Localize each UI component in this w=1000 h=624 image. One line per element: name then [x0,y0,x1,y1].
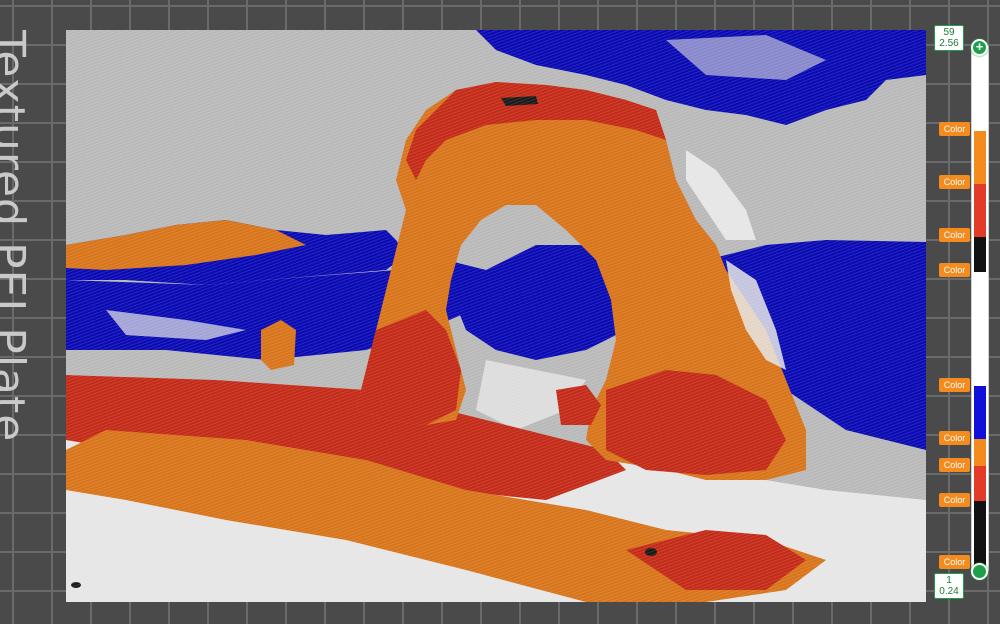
color-change-tag[interactable]: Color [939,378,970,392]
color-change-tag[interactable]: Color [939,493,970,507]
layer-color-band [974,439,986,466]
top-layer-number: 59 [943,27,955,38]
color-change-tag[interactable]: Color [939,431,970,445]
color-change-tag[interactable]: Color [939,228,970,242]
color-change-tag[interactable]: Color [939,175,970,189]
bottom-layer-height: 0.24 [939,586,959,597]
print-preview-canvas[interactable] [66,30,926,602]
layer-color-band [974,184,986,237]
layer-color-band [974,131,986,184]
bottom-layer-handle[interactable] [971,563,988,580]
bed-plate-label: Textured PEI Plate [0,30,34,443]
layer-slider-track[interactable] [971,45,989,572]
color-change-tag[interactable]: Color [939,458,970,472]
bottom-layer-number: 1 [946,575,952,586]
top-layer-height: 2.56 [939,38,959,49]
layer-color-band [974,386,986,439]
bottom-layer-readout: 1 0.24 [934,573,964,599]
layer-color-band [974,272,986,386]
arch-print-image [66,30,926,602]
layer-color-band [974,501,986,566]
color-change-tag[interactable]: Color [939,263,970,277]
layer-color-band [974,466,986,501]
layer-color-band [974,237,986,272]
add-color-change-icon[interactable]: + [971,39,988,56]
top-layer-readout: 59 2.56 [934,25,964,51]
layer-color-band [974,64,986,131]
color-change-tag[interactable]: Color [939,555,970,569]
color-change-tag[interactable]: Color [939,122,970,136]
